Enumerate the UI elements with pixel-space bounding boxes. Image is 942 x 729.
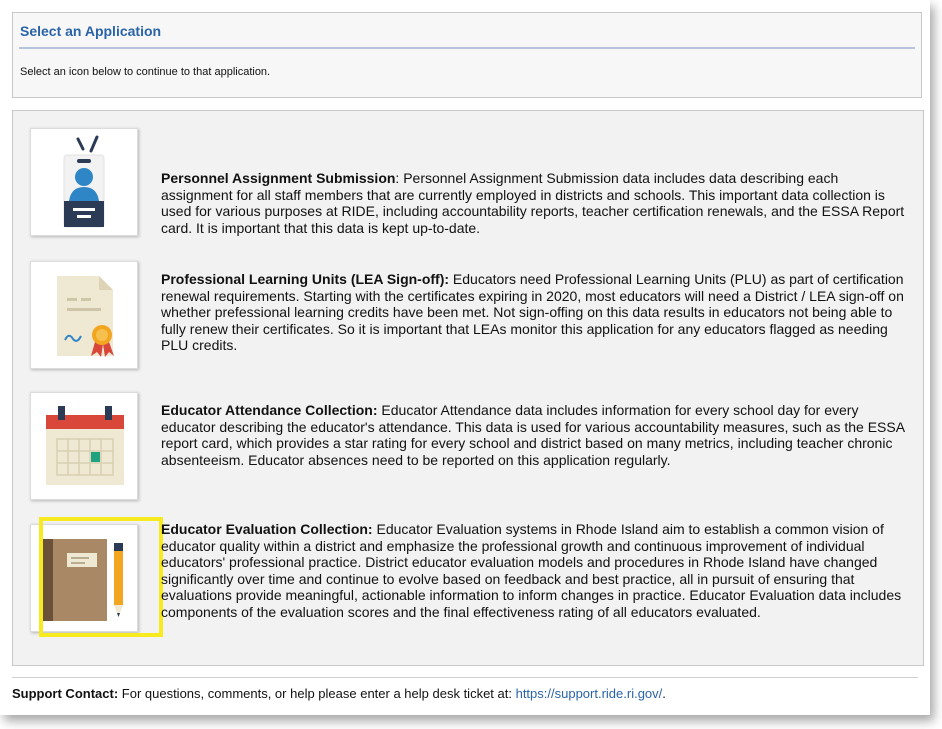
applications-list: Personnel Assignment Submission: Personn…	[12, 110, 924, 666]
id-badge-icon	[63, 135, 105, 228]
personnel-assignment-tile[interactable]	[30, 128, 138, 236]
title-divider	[19, 47, 915, 49]
certificate-icon	[57, 276, 114, 357]
plu-description: Professional Learning Units (LEA Sign-of…	[161, 271, 906, 354]
app-title[interactable]: Educator Evaluation Collection:	[161, 521, 373, 537]
personnel-assignment-description: Personnel Assignment Submission: Personn…	[161, 170, 906, 236]
evaluation-description: Educator Evaluation Collection: Educator…	[161, 521, 906, 620]
page: Select an Application Select an icon bel…	[0, 0, 930, 715]
support-link[interactable]: https://support.ride.ri.gov/	[516, 686, 663, 701]
attendance-description: Educator Attendance Collection: Educator…	[161, 402, 906, 468]
select-application-panel: Select an Application Select an icon bel…	[12, 12, 922, 98]
instructions-text: Select an icon below to continue to that…	[20, 66, 271, 78]
app-title[interactable]: Educator Attendance Collection:	[161, 402, 378, 418]
plu-tile[interactable]	[30, 261, 138, 369]
app-title[interactable]: Personnel Assignment Submission	[161, 170, 395, 186]
footer-period: .	[662, 686, 666, 701]
app-title[interactable]: Professional Learning Units (LEA Sign-of…	[161, 271, 449, 287]
calendar-icon	[46, 406, 124, 485]
support-contact-label: Support Contact:	[12, 686, 119, 701]
support-contact-text: For questions, comments, or help please …	[118, 686, 516, 701]
support-contact: Support Contact: For questions, comments…	[12, 686, 666, 701]
evaluation-tile[interactable]	[30, 517, 163, 637]
page-title: Select an Application	[20, 23, 162, 39]
attendance-tile[interactable]	[30, 392, 138, 500]
notebook-pencil-icon	[43, 539, 123, 621]
footer-divider	[12, 677, 918, 678]
